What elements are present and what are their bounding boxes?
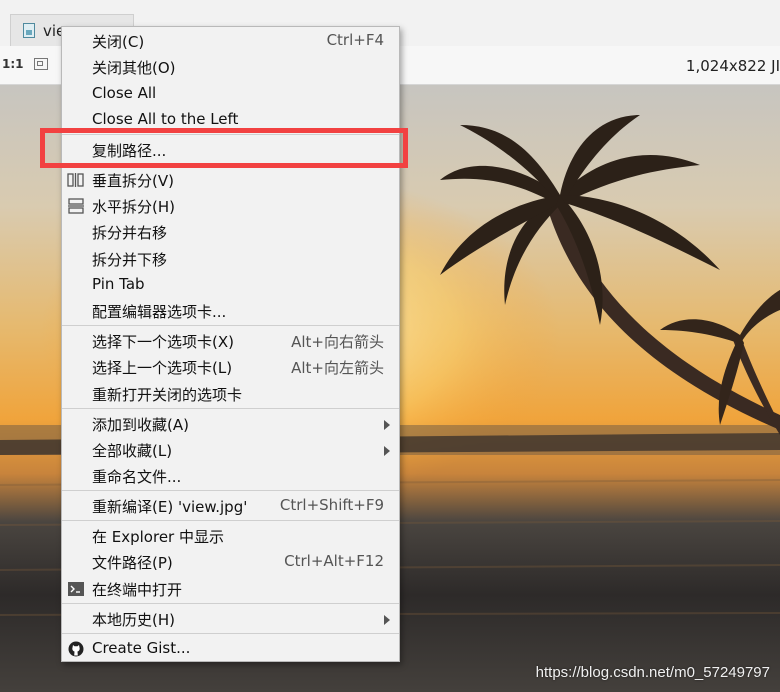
menu-item-add-to-favorites[interactable]: 添加到收藏(A) (62, 411, 399, 437)
menu-item-all-favorites[interactable]: 全部收藏(L) (62, 437, 399, 463)
terminal-icon (67, 581, 85, 597)
watermark: https://blog.csdn.net/m0_57249797 (535, 664, 770, 681)
image-info: 1,024x822 JI (685, 57, 780, 75)
menu-item-show-in-explorer[interactable]: 在 Explorer 中显示 (62, 523, 399, 549)
menu-separator (62, 490, 399, 491)
menu-item-local-history[interactable]: 本地历史(H) (62, 606, 399, 632)
submenu-arrow-icon (384, 446, 390, 456)
menu-item-split-move-right[interactable]: 拆分并右移 (62, 219, 399, 245)
image-file-icon (23, 23, 35, 38)
menu-item-select-next-tab[interactable]: 选择下一个选项卡(X) Alt+向右箭头 (62, 328, 399, 354)
actual-size-button[interactable]: 1:1 (2, 57, 24, 71)
menu-item-configure-tabs[interactable]: 配置编辑器选项卡... (62, 298, 399, 324)
menu-separator (62, 520, 399, 521)
menu-item-create-gist[interactable]: Create Gist... (62, 636, 399, 662)
menu-item-close-others[interactable]: 关闭其他(O) (62, 54, 399, 80)
menu-separator (62, 603, 399, 604)
fit-zoom-icon[interactable] (34, 58, 48, 70)
menu-item-split-horizontal[interactable]: 水平拆分(H) (62, 193, 399, 219)
menu-item-close-all[interactable]: Close All (62, 81, 399, 107)
menu-item-close[interactable]: 关闭(C) Ctrl+F4 (62, 28, 399, 54)
submenu-arrow-icon (384, 420, 390, 430)
menu-item-split-vertical[interactable]: 垂直拆分(V) (62, 167, 399, 193)
github-icon (67, 641, 85, 657)
split-vertical-icon (67, 172, 85, 188)
menu-item-reopen-closed-tab[interactable]: 重新打开关闭的选项卡 (62, 381, 399, 407)
submenu-arrow-icon (384, 615, 390, 625)
split-horizontal-icon (67, 198, 85, 214)
menu-separator (62, 408, 399, 409)
menu-item-recompile[interactable]: 重新编译(E) 'view.jpg' Ctrl+Shift+F9 (62, 493, 399, 519)
menu-item-select-prev-tab[interactable]: 选择上一个选项卡(L) Alt+向左箭头 (62, 354, 399, 380)
menu-item-file-path[interactable]: 文件路径(P) Ctrl+Alt+F12 (62, 549, 399, 575)
menu-item-open-in-terminal[interactable]: 在终端中打开 (62, 576, 399, 602)
menu-item-pin-tab[interactable]: Pin Tab (62, 272, 399, 298)
menu-separator (62, 633, 399, 634)
menu-separator (62, 325, 399, 326)
copy-path-highlight-box (40, 128, 408, 168)
tab-context-menu: 关闭(C) Ctrl+F4 关闭其他(O) Close All Close Al… (61, 26, 400, 662)
menu-item-rename-file[interactable]: 重命名文件... (62, 463, 399, 489)
menu-item-split-move-down[interactable]: 拆分并下移 (62, 246, 399, 272)
